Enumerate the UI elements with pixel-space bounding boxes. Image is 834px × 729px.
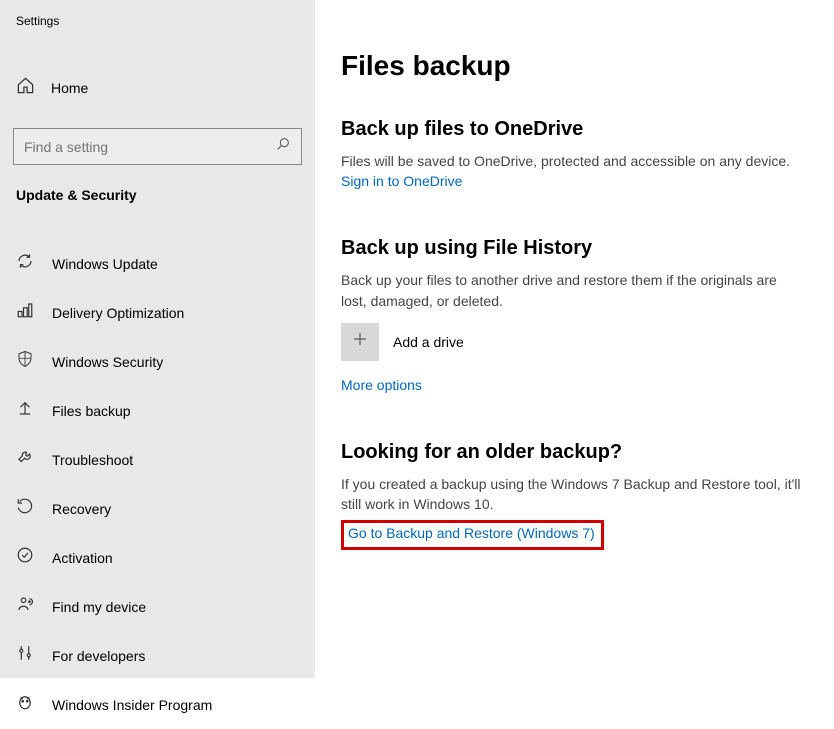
nav-find-my-device[interactable]: Find my device [0, 582, 315, 631]
nav-item-label: Windows Update [52, 256, 158, 272]
nav-item-label: Activation [52, 550, 113, 566]
nav-windows-update[interactable]: Windows Update [0, 239, 315, 288]
location-person-icon [16, 595, 34, 618]
nav-item-label: Troubleshoot [52, 452, 133, 468]
nav-files-backup[interactable]: Files backup [0, 386, 315, 435]
nav-item-label: For developers [52, 648, 145, 664]
wrench-icon [16, 448, 34, 471]
refresh-icon [16, 252, 34, 275]
nav-item-label: Windows Insider Program [52, 697, 212, 713]
shield-icon [16, 350, 34, 373]
insider-icon [16, 693, 34, 716]
more-options-link[interactable]: More options [341, 377, 422, 393]
nav-item-label: Recovery [52, 501, 111, 517]
nav-item-label: Find my device [52, 599, 146, 615]
sign-in-onedrive-link[interactable]: Sign in to OneDrive [341, 173, 462, 189]
home-icon [16, 76, 35, 100]
home-button[interactable]: Home [0, 64, 315, 112]
nav-troubleshoot[interactable]: Troubleshoot [0, 435, 315, 484]
category-title: Update & Security [0, 187, 315, 203]
backup-restore-win7-link[interactable]: Go to Backup and Restore (Windows 7) [348, 525, 595, 541]
nav-activation[interactable]: Activation [0, 533, 315, 582]
check-circle-icon [16, 546, 34, 569]
upload-arrow-icon [16, 399, 34, 422]
nav-windows-security[interactable]: Windows Security [0, 337, 315, 386]
nav-list: Windows Update Delivery Optimization Win… [0, 239, 315, 729]
nav-windows-insider[interactable]: Windows Insider Program [0, 680, 315, 729]
section-onedrive: Back up files to OneDrive Files will be … [341, 118, 802, 191]
section-file-history: Back up using File History Back up your … [341, 237, 802, 395]
search-icon [275, 136, 291, 157]
app-title: Settings [0, 8, 315, 34]
main-content: Files backup Back up files to OneDrive F… [315, 0, 834, 678]
section-title-onedrive: Back up files to OneDrive [341, 118, 802, 141]
nav-for-developers[interactable]: For developers [0, 631, 315, 680]
add-drive-button[interactable]: Add a drive [341, 323, 802, 361]
search-input[interactable] [24, 139, 275, 155]
nav-item-label: Files backup [52, 403, 131, 419]
nav-item-label: Delivery Optimization [52, 305, 184, 321]
add-drive-label: Add a drive [393, 334, 464, 350]
nav-recovery[interactable]: Recovery [0, 484, 315, 533]
section-text-file-history: Back up your files to another drive and … [341, 270, 802, 311]
section-older-backup: Looking for an older backup? If you crea… [341, 441, 802, 551]
section-title-older-backup: Looking for an older backup? [341, 441, 802, 464]
sidebar: Settings Home Update & Security Windows … [0, 0, 315, 678]
section-title-file-history: Back up using File History [341, 237, 802, 260]
section-text-onedrive: Files will be saved to OneDrive, protect… [341, 151, 802, 171]
page-title: Files backup [341, 50, 802, 82]
nav-item-label: Windows Security [52, 354, 163, 370]
home-label: Home [51, 80, 88, 96]
highlighted-link-box: Go to Backup and Restore (Windows 7) [341, 520, 604, 550]
recovery-icon [16, 497, 34, 520]
section-text-older-backup: If you created a backup using the Window… [341, 474, 802, 515]
search-input-container[interactable] [13, 128, 302, 165]
plus-icon [351, 330, 369, 353]
sliders-icon [16, 644, 34, 667]
plus-icon-box [341, 323, 379, 361]
nav-delivery-optimization[interactable]: Delivery Optimization [0, 288, 315, 337]
optimization-icon [16, 301, 34, 324]
